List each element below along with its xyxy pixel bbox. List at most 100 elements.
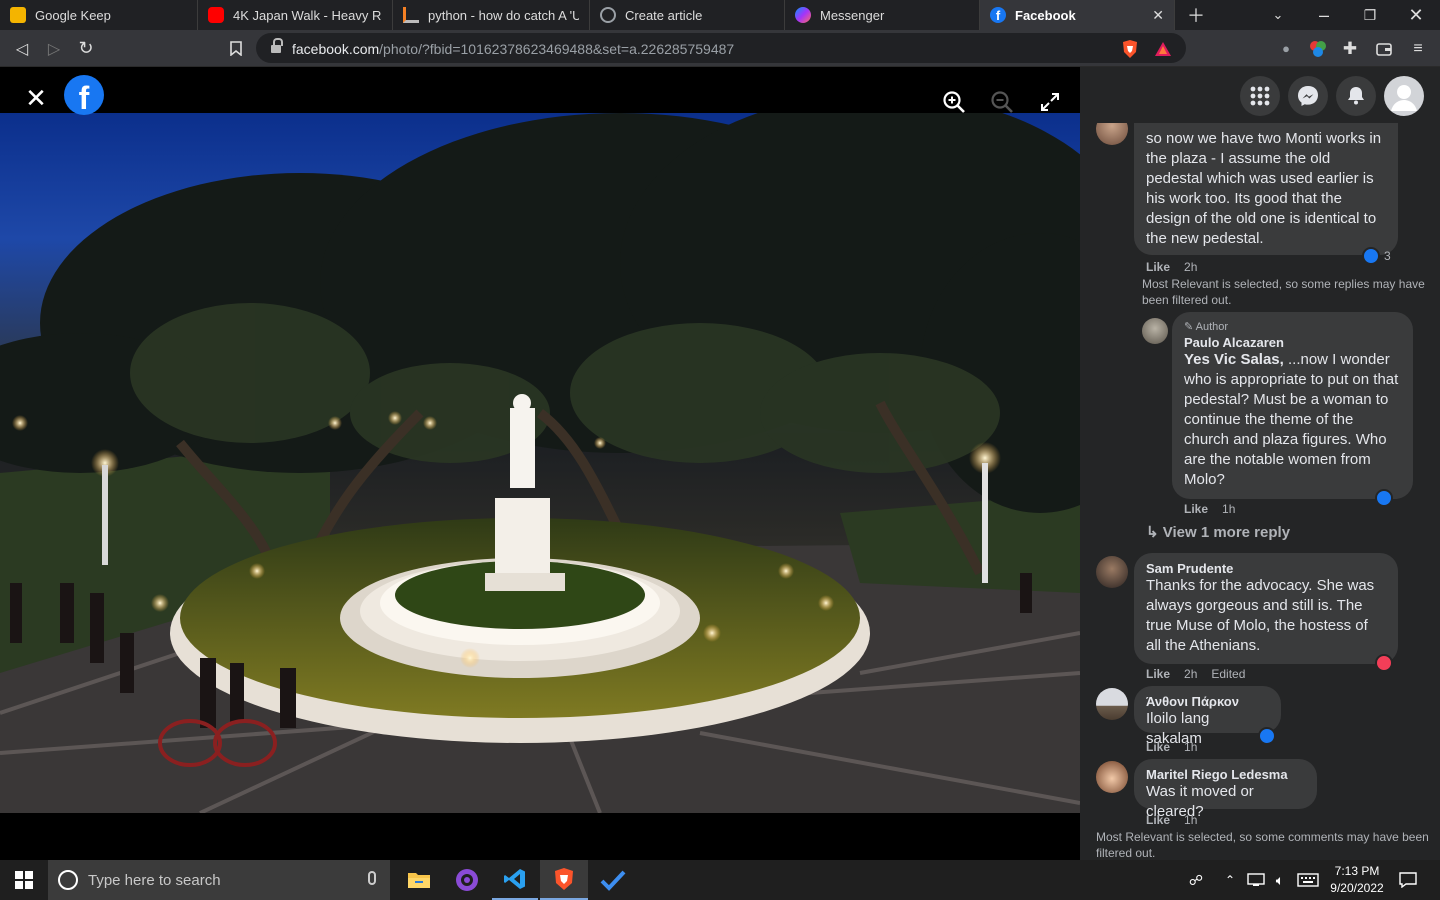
profile-avatar-icon (1391, 85, 1417, 111)
bookmark-icon[interactable] (220, 30, 252, 67)
plaza-night-photo[interactable] (0, 113, 1080, 813)
wallet-icon[interactable] (1368, 30, 1400, 67)
like-link[interactable]: Like (1146, 667, 1170, 681)
tab-title: Messenger (820, 7, 885, 23)
mention-link[interactable]: Yes Vic Salas, (1184, 351, 1284, 368)
comment-bubble: Vic Salas so now we have two Monti works… (1134, 111, 1398, 255)
avatar[interactable] (1096, 688, 1128, 720)
tab-search-chevron-icon[interactable]: ⌄ (1258, 0, 1298, 30)
comment-time[interactable]: 2h (1184, 260, 1197, 274)
tab-stackoverflow[interactable]: python - how do catch A 'UNI (393, 0, 590, 30)
github-desktop-button[interactable] (444, 860, 490, 900)
view-more-replies[interactable]: ↳ View 1 more reply (1146, 523, 1290, 541)
window-close-button[interactable]: ✕ (1396, 0, 1436, 30)
forward-button[interactable]: ▷ (38, 30, 70, 67)
tab-title: Facebook (1015, 7, 1076, 23)
extensions-puzzle-icon[interactable]: ✚ (1334, 30, 1366, 67)
zoom-in-icon[interactable] (941, 89, 967, 115)
reaction-count[interactable] (1375, 654, 1393, 672)
brave-rewards-icon[interactable] (1147, 30, 1179, 67)
minimize-button[interactable]: – (1304, 0, 1344, 30)
like-link[interactable]: Like (1146, 260, 1170, 274)
file-explorer-button[interactable] (396, 860, 442, 900)
comment-author[interactable]: Άνθονι Πάρκον (1146, 694, 1269, 709)
view-more-label[interactable]: View 1 more reply (1163, 524, 1290, 541)
comment-time[interactable]: 1h (1222, 502, 1235, 516)
extension-icon[interactable]: ● (1270, 30, 1302, 67)
reaction-count[interactable] (1375, 489, 1393, 507)
comment-time[interactable]: 1h (1184, 740, 1197, 754)
restore-button[interactable]: ❐ (1350, 0, 1390, 30)
vscode-button[interactable] (492, 860, 538, 900)
close-tab-icon[interactable]: ✕ (1152, 7, 1164, 24)
network-icon[interactable] (1244, 860, 1268, 900)
url-path: /photo/?fbid=10162378623469488&set=a.226… (379, 41, 735, 57)
windows-icon (15, 871, 33, 889)
clock-date: 9/20/2022 (1330, 881, 1384, 895)
color-extension-icon[interactable] (1302, 30, 1334, 67)
close-viewer-button[interactable]: ✕ (22, 84, 50, 112)
address-bar[interactable]: facebook.com/photo/?fbid=101623786234694… (256, 33, 1186, 63)
clock[interactable]: 7:13 PM 9/20/2022 (1326, 863, 1388, 897)
avatar[interactable] (1096, 556, 1128, 588)
like-reaction-icon (1258, 727, 1276, 745)
microphone-icon[interactable] (368, 871, 376, 885)
comment-author[interactable]: Maritel Riego Ledesma (1146, 767, 1305, 782)
stackoverflow-icon (403, 7, 419, 23)
reaction-count[interactable]: 3 (1362, 247, 1391, 265)
pencil-icon: ✎ (1184, 321, 1196, 333)
back-button[interactable]: ◁ (6, 30, 38, 67)
messenger-icon (795, 7, 811, 23)
tab-google-keep[interactable]: Google Keep (0, 0, 198, 30)
menu-icon[interactable]: ≡ (1402, 30, 1434, 67)
comment-author[interactable]: Sam Prudente (1146, 561, 1386, 576)
like-link[interactable]: Like (1184, 502, 1208, 516)
show-hidden-icons-chevron[interactable]: ⌃ (1220, 860, 1240, 900)
menu-grid-button[interactable] (1240, 76, 1280, 116)
volume-icon[interactable]: 🔈︎ (1268, 860, 1292, 900)
people-icon[interactable]: ☍ (1184, 860, 1208, 900)
tab-youtube[interactable]: 4K Japan Walk - Heavy Rainy I (198, 0, 393, 30)
comment-meta: Like 2h (1146, 260, 1197, 274)
brave-browser-button[interactable] (540, 860, 588, 900)
comment-time[interactable]: 2h (1184, 667, 1197, 681)
reload-button[interactable]: ↻ (70, 30, 102, 67)
tab-create-article[interactable]: Create article (590, 0, 785, 30)
comment-meta: Like 1h (1146, 813, 1197, 827)
like-link[interactable]: Like (1146, 740, 1170, 754)
brave-shields-icon[interactable] (1114, 30, 1146, 67)
comment-bubble: Sam Prudente Thanks for the advocacy. Sh… (1134, 553, 1398, 664)
reaction-number: 3 (1384, 249, 1391, 263)
windows-taskbar: Type here to search ☍ ⌃ 🔈︎ 7:13 PM 9/20/… (0, 860, 1440, 900)
filter-note: Most Relevant is selected, so some comme… (1096, 830, 1429, 860)
facebook-logo[interactable]: f (64, 75, 104, 115)
comment-time[interactable]: 1h (1184, 813, 1197, 827)
new-tab-button[interactable]: ＋ (1176, 0, 1216, 30)
taskbar-search-box[interactable]: Type here to search (48, 860, 390, 900)
zoom-out-icon[interactable] (989, 89, 1015, 115)
facebook-icon: f (990, 7, 1006, 23)
keyboard-icon[interactable] (1294, 860, 1322, 900)
notification-center-icon[interactable] (1394, 860, 1422, 900)
avatar[interactable] (1142, 318, 1168, 344)
author-badge-label: Author (1195, 321, 1229, 333)
todo-app-button[interactable] (590, 860, 636, 900)
tab-facebook[interactable]: f Facebook ✕ (980, 0, 1175, 30)
like-link[interactable]: Like (1146, 813, 1170, 827)
reaction-count[interactable] (1258, 727, 1276, 745)
browser-toolbar: ◁ ▷ ↻ facebook.com/photo/?fbid=101623786… (0, 30, 1440, 67)
comment-meta: Like 1h (1184, 502, 1235, 516)
notifications-button[interactable] (1336, 76, 1376, 116)
brave-icon (555, 868, 573, 890)
tab-title: Google Keep (35, 7, 111, 23)
avatar[interactable] (1096, 761, 1128, 793)
comments-panel: Vic Salas so now we have two Monti works… (1080, 67, 1440, 860)
tab-messenger[interactable]: Messenger (785, 0, 980, 30)
comment-author[interactable]: Paulo Alcazaren (1184, 335, 1401, 350)
start-button[interactable] (0, 860, 48, 900)
tab-title: 4K Japan Walk - Heavy Rainy I (233, 7, 382, 23)
fullscreen-icon[interactable] (1037, 89, 1063, 115)
messenger-button[interactable] (1288, 76, 1328, 116)
lock-icon (271, 38, 283, 54)
profile-button[interactable] (1384, 76, 1424, 116)
